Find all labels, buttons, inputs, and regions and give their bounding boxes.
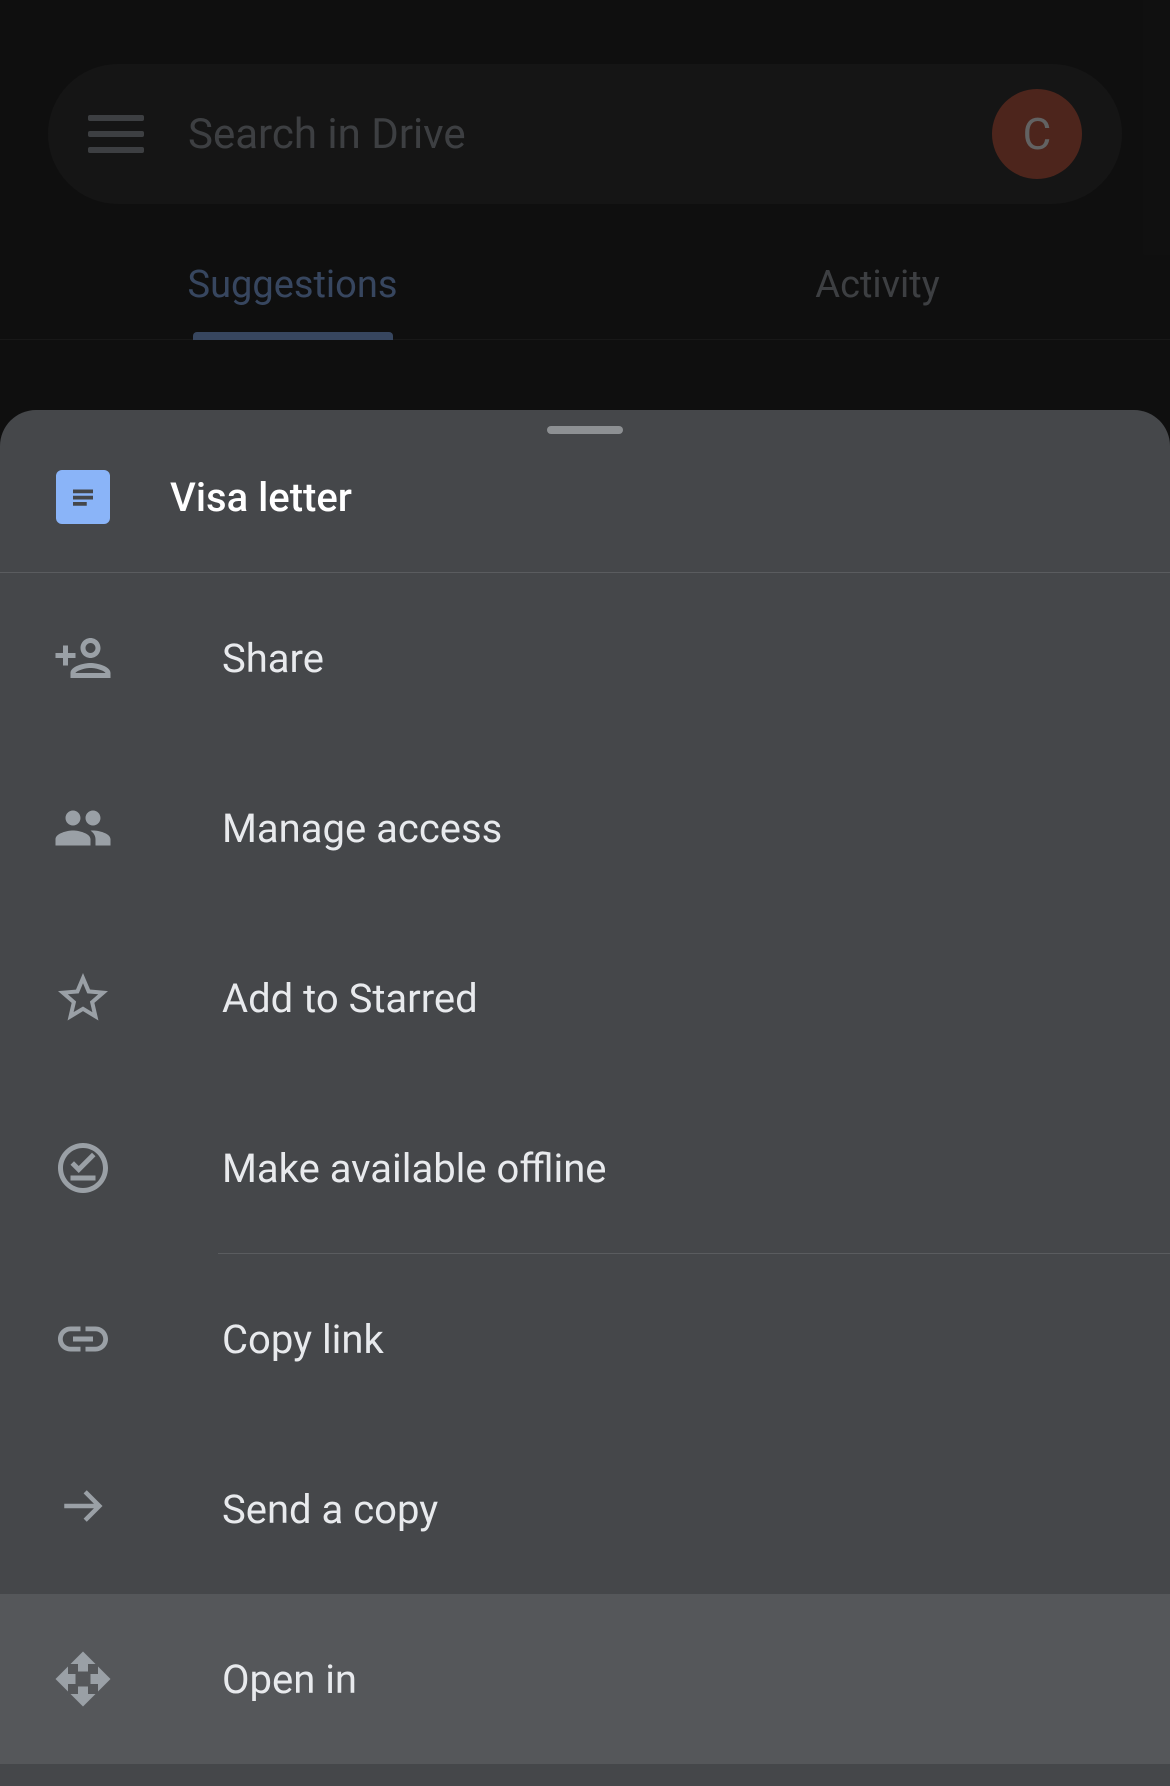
menu-label: Make available offline bbox=[222, 1145, 607, 1192]
menu-item-copy-link[interactable]: Copy link bbox=[0, 1254, 1170, 1424]
menu-label: Send a copy bbox=[222, 1486, 438, 1533]
menu-item-share[interactable]: Share bbox=[0, 573, 1170, 743]
menu-item-make-available-offline[interactable]: Make available offline bbox=[0, 1083, 1170, 1253]
link-icon bbox=[50, 1306, 116, 1372]
action-menu-list: Share Manage access Add to Starred Make … bbox=[0, 573, 1170, 1764]
menu-item-add-to-starred[interactable]: Add to Starred bbox=[0, 913, 1170, 1083]
menu-label: Open in bbox=[222, 1656, 357, 1703]
person-add-icon bbox=[50, 625, 116, 691]
arrow-forward-icon bbox=[50, 1476, 116, 1542]
menu-label: Add to Starred bbox=[222, 975, 478, 1022]
menu-label: Copy link bbox=[222, 1316, 384, 1363]
menu-item-send-a-copy[interactable]: Send a copy bbox=[0, 1424, 1170, 1594]
drag-handle[interactable] bbox=[547, 426, 623, 434]
menu-label: Manage access bbox=[222, 805, 502, 852]
sheet-header: Visa letter bbox=[0, 434, 1170, 573]
menu-item-open-in[interactable]: Open in bbox=[0, 1594, 1170, 1764]
file-title: Visa letter bbox=[170, 474, 352, 521]
star-outline-icon bbox=[50, 965, 116, 1031]
google-docs-icon bbox=[56, 470, 110, 524]
bottom-sheet: Visa letter Share Manage access Add to S… bbox=[0, 410, 1170, 1786]
open-with-icon bbox=[50, 1646, 116, 1712]
menu-label: Share bbox=[222, 635, 324, 682]
menu-item-manage-access[interactable]: Manage access bbox=[0, 743, 1170, 913]
offline-pin-icon bbox=[50, 1135, 116, 1201]
people-icon bbox=[50, 795, 116, 861]
